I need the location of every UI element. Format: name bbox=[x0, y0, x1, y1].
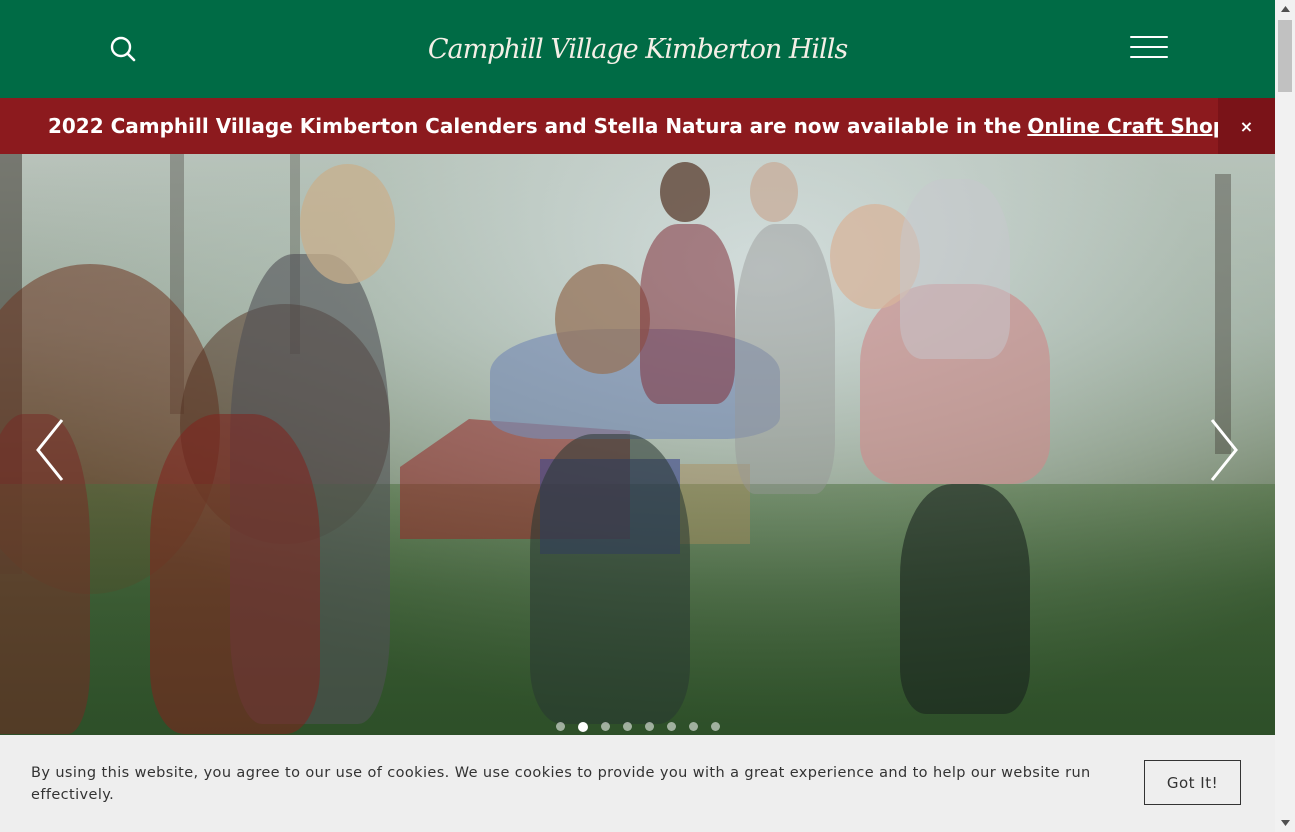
carousel-dot-6[interactable] bbox=[666, 722, 676, 731]
triangle-down-icon bbox=[1280, 820, 1290, 826]
carousel-dot-4[interactable] bbox=[622, 722, 632, 731]
scroll-down-button[interactable] bbox=[1275, 814, 1295, 832]
close-icon: × bbox=[1239, 116, 1254, 136]
carousel-dot-5[interactable] bbox=[644, 722, 654, 731]
site-header: Camphill Village Kimberton Hills bbox=[0, 0, 1275, 98]
announcement-bar: 2022 Camphill Village Kimberton Calender… bbox=[0, 98, 1275, 154]
hamburger-menu-icon bbox=[1130, 36, 1168, 58]
online-craft-shop-link[interactable]: Online Craft Shop bbox=[1027, 114, 1227, 138]
carousel-dot-1[interactable] bbox=[555, 722, 565, 731]
announcement-close-button[interactable]: × bbox=[1218, 98, 1275, 154]
triangle-up-icon bbox=[1280, 6, 1290, 12]
search-button[interactable] bbox=[106, 32, 140, 66]
hamburger-menu-button[interactable] bbox=[1130, 36, 1168, 62]
hero-carousel bbox=[0, 154, 1275, 735]
announcement-message: 2022 Camphill Village Kimberton Calender… bbox=[0, 98, 1227, 154]
cookie-message: By using this website, you agree to our … bbox=[31, 765, 1091, 803]
scroll-up-button[interactable] bbox=[1275, 0, 1295, 18]
carousel-dot-2[interactable] bbox=[577, 721, 588, 732]
page: Camphill Village Kimberton Hills 2022 Ca… bbox=[0, 0, 1275, 832]
site-logo[interactable]: Camphill Village Kimberton Hills bbox=[428, 16, 848, 82]
chevron-left-icon bbox=[36, 419, 64, 481]
carousel-dot-8[interactable] bbox=[710, 722, 720, 731]
announcement-text: 2022 Camphill Village Kimberton Calender… bbox=[47, 114, 1022, 138]
carousel-pagination bbox=[0, 721, 1275, 732]
accept-cookies-button[interactable]: Got It! bbox=[1144, 760, 1241, 805]
carousel-dot-7[interactable] bbox=[688, 722, 698, 731]
scrollbar-thumb[interactable] bbox=[1278, 20, 1292, 92]
hero-image bbox=[0, 154, 1275, 735]
carousel-prev-button[interactable] bbox=[32, 416, 72, 484]
page-scrollbar[interactable] bbox=[1275, 0, 1295, 832]
chevron-right-icon bbox=[1210, 419, 1238, 481]
cookie-banner: By using this website, you agree to our … bbox=[0, 735, 1275, 832]
carousel-dot-3[interactable] bbox=[600, 722, 610, 731]
logo-text: Camphill Village Kimberton Hills bbox=[427, 33, 848, 65]
carousel-next-button[interactable] bbox=[1202, 416, 1242, 484]
search-icon bbox=[110, 36, 136, 62]
